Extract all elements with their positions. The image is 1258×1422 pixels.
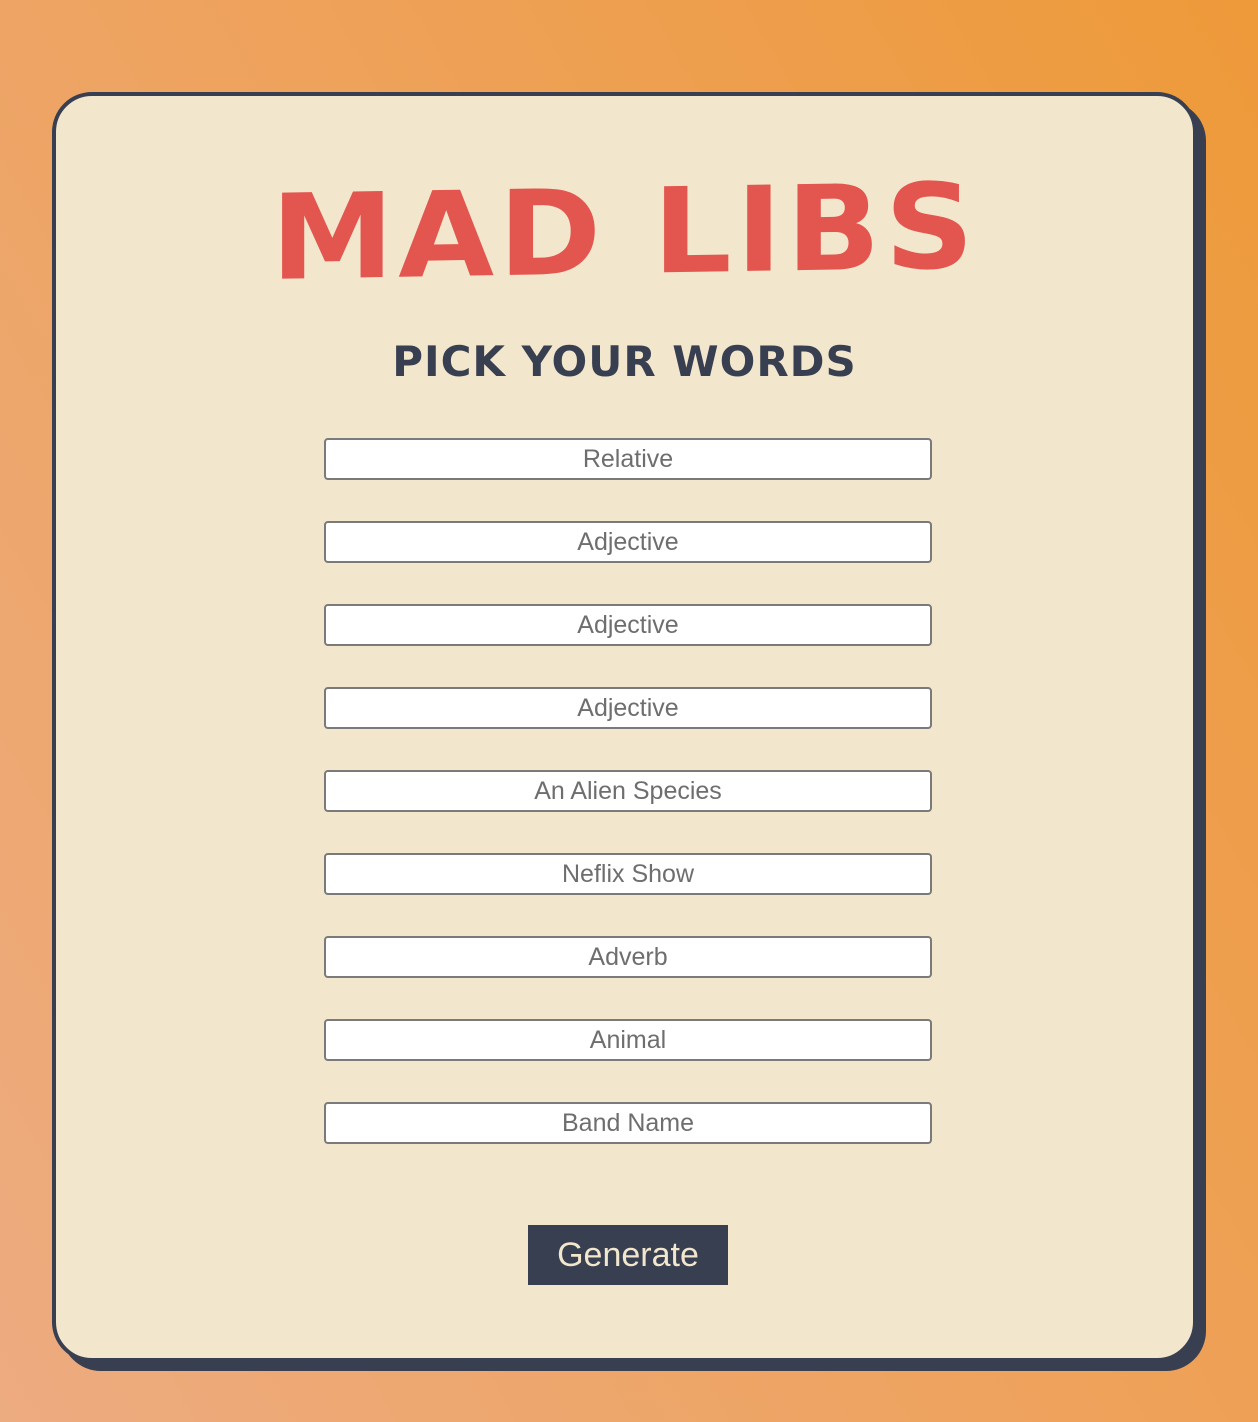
page-subtitle: PICK YOUR WORDS [392, 337, 857, 386]
relative-input[interactable] [324, 438, 932, 480]
mad-libs-card: MAD LIBS PICK YOUR WORDS Generate [52, 92, 1197, 1362]
adjective-input-3[interactable] [324, 687, 932, 729]
generate-button[interactable]: Generate [528, 1225, 728, 1285]
adverb-input[interactable] [324, 936, 932, 978]
page-title: MAD LIBS [270, 157, 979, 307]
adjective-input-1[interactable] [324, 521, 932, 563]
adjective-input-2[interactable] [324, 604, 932, 646]
alien-species-input[interactable] [324, 770, 932, 812]
animal-input[interactable] [324, 1019, 932, 1061]
words-form [324, 438, 932, 1185]
band-name-input[interactable] [324, 1102, 932, 1144]
netflix-show-input[interactable] [324, 853, 932, 895]
